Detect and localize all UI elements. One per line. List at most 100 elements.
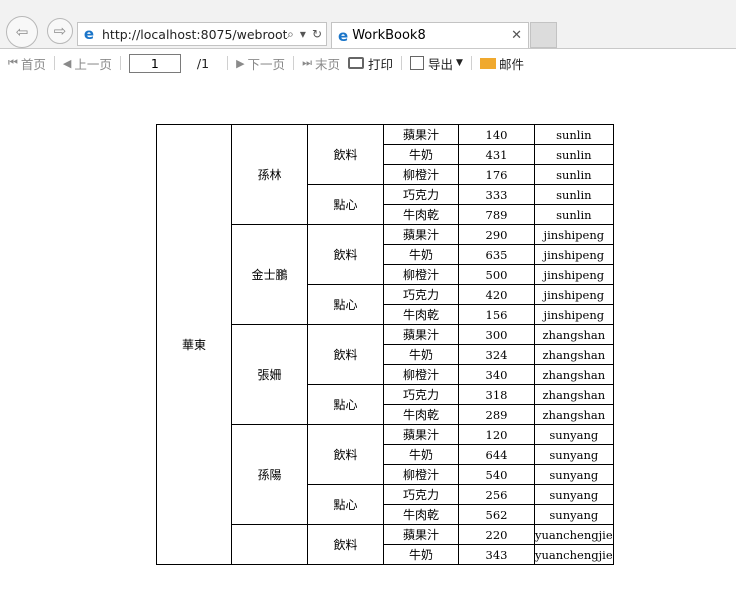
first-page-icon: ⏮ — [8, 56, 18, 69]
user-cell: sunlin — [534, 164, 614, 185]
browser-chrome: ⇦ ⇨ e http://localhost:8075/webroot ⌕ ▾ … — [0, 0, 736, 49]
category-cell: 點心 — [307, 184, 384, 225]
back-button[interactable]: ⇦ — [6, 16, 38, 48]
product-cell: 牛肉乾 — [383, 204, 459, 225]
new-tab-button[interactable] — [530, 22, 557, 48]
salesperson-cell: 金士鵬 — [231, 224, 308, 325]
export-icon — [410, 56, 424, 70]
product-cell: 牛奶 — [383, 144, 459, 165]
product-cell: 牛奶 — [383, 544, 459, 565]
category-cell: 飲料 — [307, 324, 384, 385]
quantity-cell: 635 — [458, 244, 535, 265]
user-cell: sunyang — [534, 424, 614, 445]
quantity-cell: 290 — [458, 224, 535, 245]
region-cell: 華東 — [156, 124, 232, 565]
salesperson-cell: 張姍 — [231, 324, 308, 425]
quantity-cell: 540 — [458, 464, 535, 485]
user-cell: zhangshan — [534, 364, 614, 385]
divider — [119, 56, 121, 70]
quantity-cell: 140 — [458, 124, 535, 145]
export-label: 导出 — [428, 56, 454, 72]
product-cell: 巧克力 — [383, 484, 459, 505]
product-cell: 柳橙汁 — [383, 164, 459, 185]
quantity-cell: 500 — [458, 264, 535, 285]
prev-page-button[interactable]: ◀ 上一页 — [63, 54, 112, 73]
page-number-input[interactable]: 1 — [128, 53, 181, 73]
user-cell: jinshipeng — [534, 304, 614, 325]
category-cell: 點心 — [307, 384, 384, 425]
product-cell: 牛肉乾 — [383, 504, 459, 525]
search-icon[interactable]: ⌕ — [287, 27, 294, 42]
browser-tab[interactable]: e WorkBook8 ✕ — [331, 22, 529, 48]
prev-page-label: 上一页 — [74, 56, 112, 72]
user-cell: zhangshan — [534, 324, 614, 345]
product-cell: 牛奶 — [383, 444, 459, 465]
divider — [401, 56, 402, 70]
last-page-button[interactable]: ⏭ 末页 — [302, 54, 340, 73]
category-cell: 點心 — [307, 284, 384, 325]
user-cell: jinshipeng — [534, 284, 614, 305]
refresh-icon[interactable]: ↻ — [312, 27, 322, 42]
category-cell: 點心 — [307, 484, 384, 525]
user-cell: sunlin — [534, 124, 614, 145]
salesperson-cell — [231, 524, 308, 565]
quantity-cell: 420 — [458, 284, 535, 305]
prev-page-icon: ◀ — [62, 56, 72, 70]
quantity-cell: 120 — [458, 424, 535, 445]
ie-tab-icon: e — [338, 26, 349, 45]
table-row: 華東 孫林 飲料 蘋果汁 140 sunlin — [156, 124, 614, 565]
user-cell: sunyang — [534, 484, 614, 505]
dropdown-icon[interactable]: ▾ — [300, 27, 306, 42]
user-cell: yuanchengjie — [534, 524, 614, 545]
user-cell: zhangshan — [534, 384, 614, 405]
report-toolbar: ⏮ 首页 ◀ 上一页 1 /1 ▶ 下一页 ⏭ 末页 打印 导出 ▼ 邮件 — [0, 49, 736, 77]
category-cell: 飲料 — [307, 524, 384, 565]
print-label: 打印 — [367, 56, 393, 72]
user-cell: jinshipeng — [534, 264, 614, 285]
quantity-cell: 340 — [458, 364, 535, 385]
product-cell: 牛奶 — [383, 244, 459, 265]
salesperson-cell: 孫林 — [231, 124, 308, 225]
divider — [470, 56, 472, 70]
quantity-cell: 324 — [458, 344, 535, 365]
quantity-cell: 562 — [458, 504, 535, 525]
next-page-label: 下一页 — [247, 56, 286, 72]
product-cell: 牛肉乾 — [383, 304, 459, 325]
close-tab-icon[interactable]: ✕ — [511, 28, 522, 43]
export-dropdown-icon: ▼ — [456, 58, 463, 68]
tab-title: WorkBook8 — [352, 28, 426, 43]
user-cell: sunyang — [534, 464, 614, 485]
first-page-button[interactable]: ⏮ 首页 — [8, 54, 46, 73]
next-page-button[interactable]: ▶ 下一页 — [236, 54, 285, 73]
print-button[interactable]: 打印 — [347, 54, 393, 73]
product-cell: 巧克力 — [383, 184, 459, 205]
address-url[interactable]: http://localhost:8075/webroot — [102, 27, 287, 42]
first-page-label: 首页 — [20, 56, 46, 72]
product-cell: 蘋果汁 — [383, 224, 459, 245]
product-cell: 蘋果汁 — [383, 124, 459, 145]
quantity-cell: 333 — [458, 184, 535, 205]
user-cell: sunyang — [534, 444, 614, 465]
ie-page-icon: e — [83, 25, 95, 43]
quantity-cell: 789 — [458, 204, 535, 225]
forward-arrow-icon: ⇨ — [53, 22, 67, 40]
category-cell: 飲料 — [307, 424, 384, 485]
quantity-cell: 431 — [458, 144, 535, 165]
user-cell: jinshipeng — [534, 224, 614, 245]
product-cell: 巧克力 — [383, 284, 459, 305]
quantity-cell: 343 — [458, 544, 535, 565]
back-arrow-icon: ⇦ — [15, 23, 29, 41]
quantity-cell: 300 — [458, 324, 535, 345]
product-cell: 蘋果汁 — [383, 424, 459, 445]
forward-button[interactable]: ⇨ — [47, 18, 73, 44]
quantity-cell: 176 — [458, 164, 535, 185]
product-cell: 牛肉乾 — [383, 404, 459, 425]
quantity-cell: 318 — [458, 384, 535, 405]
quantity-cell: 220 — [458, 524, 535, 545]
user-cell: zhangshan — [534, 344, 614, 365]
address-bar[interactable]: e http://localhost:8075/webroot ⌕ ▾ ↻ — [77, 22, 327, 46]
export-button[interactable]: 导出 ▼ — [410, 54, 463, 73]
mail-label: 邮件 — [498, 56, 524, 72]
mail-button[interactable]: 邮件 — [479, 54, 524, 73]
user-cell: jinshipeng — [534, 244, 614, 265]
